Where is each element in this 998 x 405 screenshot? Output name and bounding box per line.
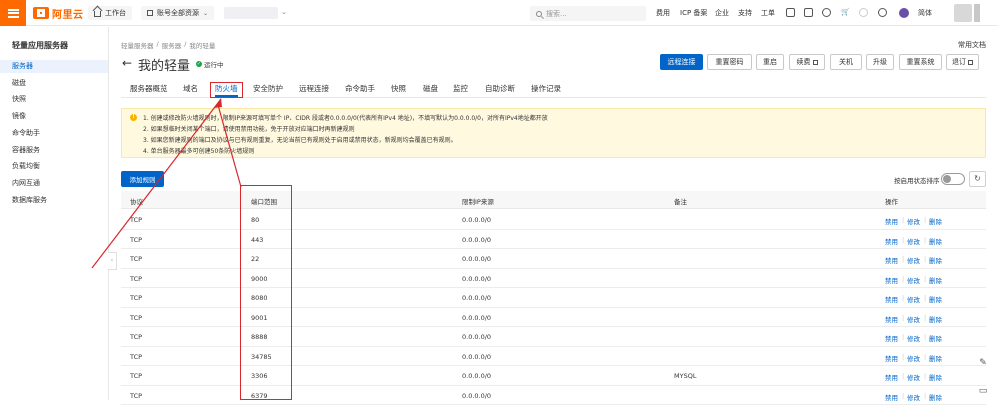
annotation-arrow-line <box>218 105 241 187</box>
edit-icon[interactable]: ✎ <box>976 358 990 372</box>
annotation-arrowhead <box>214 98 222 108</box>
annotation-arrows <box>0 0 998 400</box>
chat-icon[interactable]: ▭ <box>976 386 990 400</box>
annotation-arrow-line <box>92 99 221 268</box>
